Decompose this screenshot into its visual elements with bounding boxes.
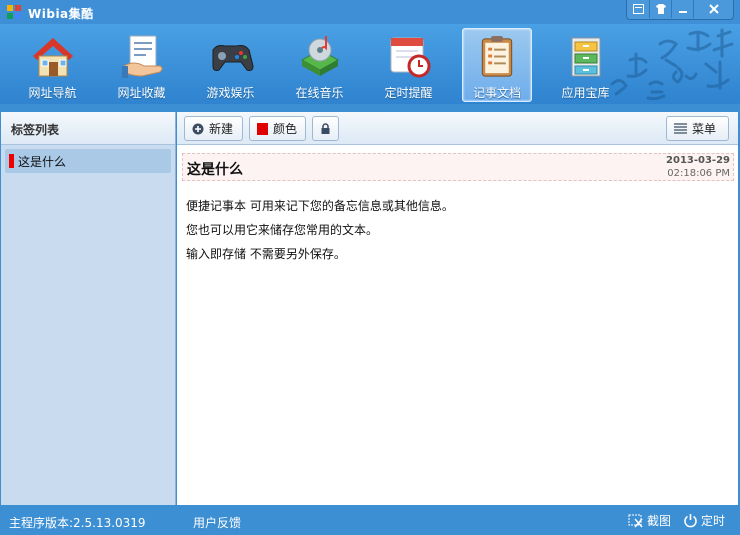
version-text: 主程序版本:2.5.13.0319 (9, 516, 146, 530)
skin-button[interactable] (627, 0, 649, 18)
note-panel: 新建 颜色 菜单 这是什么 2013-03-29 02:18:06 PM 便捷记… (177, 112, 738, 505)
screenshot-label: 截图 (647, 514, 672, 528)
nav-item-url-navigation[interactable]: 网址导航 (8, 28, 97, 102)
timer-label: 定时 (701, 514, 726, 528)
nav-label: 网址收藏 (117, 86, 166, 100)
title-bar: Wibia集酷 (0, 0, 740, 24)
tag-item[interactable]: 这是什么 (5, 149, 171, 173)
status-bar: 主程序版本:2.5.13.0319 用户反馈 截图 定时 (0, 505, 740, 535)
power-icon (684, 514, 697, 528)
nav-item-online-music[interactable]: 在线音乐 (275, 28, 364, 102)
close-icon (708, 4, 719, 14)
nav-bar: 网址导航 网址收藏 游戏娱乐 在线音乐 定时提醒 记事文档 应用宝库 (8, 28, 630, 102)
timer-button[interactable]: 定时 (683, 512, 725, 529)
menu-label: 菜单 (692, 122, 717, 136)
nav-label: 网址导航 (28, 86, 77, 100)
color-button[interactable]: 颜色 (249, 116, 306, 141)
new-note-label: 新建 (209, 122, 234, 136)
cabinet-icon (571, 37, 600, 77)
window-icon (632, 4, 644, 14)
bookmark-hand-icon (121, 35, 162, 78)
music-disc-icon (300, 36, 339, 76)
nav-label: 记事文档 (472, 86, 521, 100)
note-title-bar[interactable]: 这是什么 (182, 153, 662, 181)
tag-color-marker (9, 154, 14, 168)
nav-item-notes[interactable]: 记事文档 (462, 28, 532, 102)
lock-icon (321, 122, 330, 134)
note-time: 02:18:06 PM (667, 168, 730, 179)
shirt-icon (655, 4, 666, 14)
note-toolbar: 新建 颜色 菜单 (177, 112, 738, 145)
close-button[interactable] (693, 0, 733, 18)
note-line: 便捷记事本 可用来记下您的备忘信息或其他信息。 (186, 199, 454, 213)
color-label: 颜色 (273, 122, 298, 136)
note-timestamp: 2013-03-29 02:18:06 PM (658, 153, 734, 181)
note-line: 您也可以用它来储存您常用的文本。 (186, 223, 379, 237)
tag-label: 这是什么 (18, 154, 67, 169)
feedback-link[interactable]: 用户反馈 (193, 514, 241, 531)
nav-item-timed-reminder[interactable]: 定时提醒 (364, 28, 453, 102)
window-controls (626, 0, 734, 20)
minimize-button[interactable] (671, 0, 693, 18)
calendar-clock-icon (390, 37, 430, 78)
nav-label: 游戏娱乐 (206, 86, 255, 100)
theme-button[interactable] (649, 0, 671, 18)
note-line: 输入即存储 不需要另外保存。 (186, 247, 346, 261)
menu-button[interactable]: 菜单 (666, 116, 729, 141)
note-body-editor[interactable]: 便捷记事本 可用来记下您的备忘信息或其他信息。 您也可以用它来储存您常用的文本。… (186, 194, 726, 266)
notepad-icon (481, 35, 513, 77)
main-toolbar: 网址导航 网址收藏 游戏娱乐 在线音乐 定时提醒 记事文档 应用宝库 (0, 24, 740, 104)
sidebar-title: 标签列表 (1, 112, 175, 145)
app-title: Wibia集酷 (28, 7, 94, 21)
tag-sidebar: 标签列表 这是什么 (1, 112, 176, 505)
plus-circle-icon (192, 123, 204, 134)
screenshot-button[interactable]: 截图 (628, 512, 671, 529)
new-note-button[interactable]: 新建 (184, 116, 243, 141)
lock-button[interactable] (312, 116, 339, 141)
color-swatch-icon (257, 122, 268, 135)
menu-lines-icon (674, 123, 687, 134)
nav-item-games[interactable]: 游戏娱乐 (186, 28, 275, 102)
house-icon (32, 38, 73, 77)
nav-label: 定时提醒 (384, 86, 433, 100)
nav-label: 在线音乐 (295, 86, 344, 100)
gamepad-icon (212, 45, 254, 71)
nav-item-url-favorites[interactable]: 网址收藏 (97, 28, 186, 102)
scissors-icon (628, 514, 643, 527)
app-logo-icon (7, 5, 21, 19)
nav-item-app-library[interactable]: 应用宝库 (541, 28, 630, 102)
nav-label: 应用宝库 (561, 86, 610, 100)
minimize-icon (678, 11, 687, 13)
note-title: 这是什么 (187, 162, 243, 178)
note-date: 2013-03-29 (666, 155, 730, 166)
